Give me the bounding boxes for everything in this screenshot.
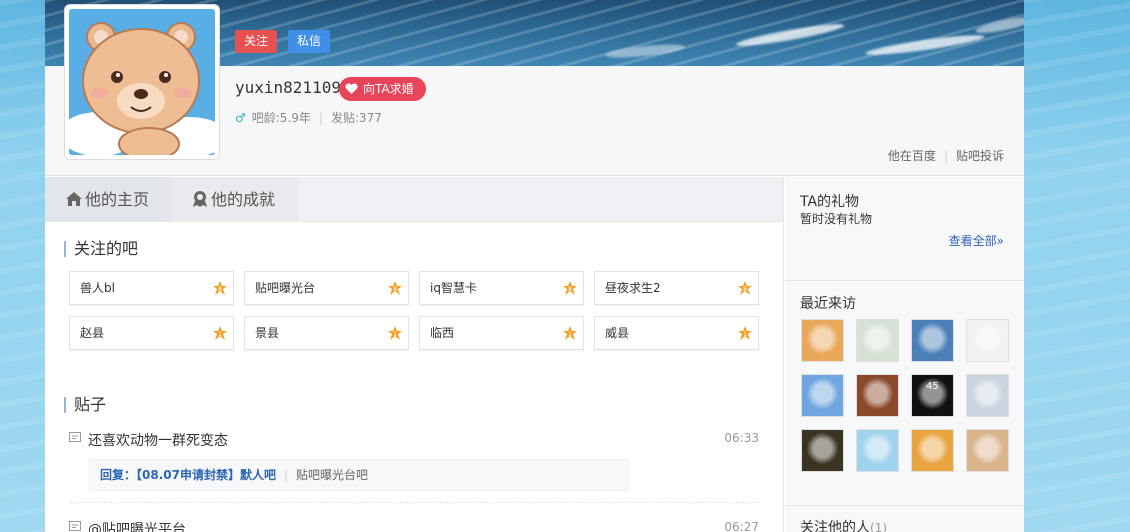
profile-page: 关注 私信 yuxin821109 向TA求婚 ♂ 吧龄:5.9年 | 发贴:377 … (45, 0, 1024, 532)
visitor-avatar-text: 45 (926, 381, 939, 392)
bar-age: 吧龄:5.9年 (251, 111, 311, 125)
see-all-link[interactable]: 查看全部» (949, 232, 1004, 249)
username[interactable]: yuxin821109 (235, 78, 341, 97)
bar-item[interactable]: 昼夜求生2 8 (594, 271, 759, 305)
visitors-title: 最近来访 (800, 296, 856, 312)
followers-title[interactable]: 关注他的人(1) (800, 517, 887, 532)
svg-text:1: 1 (393, 331, 397, 338)
svg-text:8: 8 (218, 286, 222, 293)
visitor-avatar[interactable] (856, 429, 899, 472)
user-meta: ♂ 吧龄:5.9年 | 发贴:377 (235, 111, 382, 125)
propose-button[interactable]: 向TA求婚 (339, 77, 426, 101)
bar-item-name: 临西 (430, 326, 455, 340)
post-count: 发贴:377 (330, 111, 382, 125)
bar-level-icon: 1 (213, 326, 227, 340)
bar-item-name: 威县 (605, 326, 630, 340)
visitor-avatar[interactable] (966, 374, 1009, 417)
bar-item[interactable]: 威县 1 (594, 316, 759, 350)
reply-source[interactable]: 贴吧曝光台吧 (296, 468, 368, 482)
posts-title: 贴子 (64, 397, 106, 413)
profile-tabs: 他的主页 他的成就 (45, 177, 783, 222)
visitor-avatar[interactable] (856, 319, 899, 362)
home-icon (66, 192, 82, 206)
svg-text:1: 1 (743, 331, 747, 338)
bar-level-icon: 1 (738, 326, 752, 340)
post-reply-box: 回复：【08.07申请封禁】默人吧 | 贴吧曝光台吧 (89, 459, 629, 491)
bar-item-name: iq智慧卡 (430, 281, 477, 295)
bear-avatar-image (69, 9, 215, 155)
tab-home-label: 他的主页 (85, 190, 150, 209)
svg-text:8: 8 (743, 286, 747, 293)
post-divider (69, 502, 759, 503)
tab-achievements[interactable]: 他的成就 (171, 177, 299, 222)
svg-text:1: 1 (568, 331, 572, 338)
gifts-empty-text: 暂时没有礼物 (800, 212, 873, 226)
visitor-avatar[interactable]: 45 (911, 374, 954, 417)
bar-item[interactable]: 景县 1 (244, 316, 409, 350)
svg-text:8: 8 (568, 286, 572, 293)
bar-age-icon: ♂ (235, 111, 246, 125)
message-button[interactable]: 私信 (288, 30, 330, 53)
post-title[interactable]: @贴吧曝光平台 (88, 519, 186, 532)
followed-bars-title: 关注的吧 (64, 241, 138, 257)
svg-text:8: 8 (393, 286, 397, 293)
header-links: 他在百度 | 贴吧投诉 (887, 149, 1004, 163)
bar-level-icon: 8 (563, 281, 577, 295)
bar-item-name: 赵县 (80, 326, 105, 340)
followers-count: (1) (870, 521, 887, 532)
medal-icon (193, 191, 207, 207)
reply-link[interactable]: 回复：【08.07申请封禁】默人吧 (100, 468, 276, 482)
visitor-avatar[interactable] (966, 429, 1009, 472)
visitor-avatar[interactable] (911, 319, 954, 362)
propose-label: 向TA求婚 (363, 82, 414, 96)
bar-item[interactable]: 兽人bl 8 (69, 271, 234, 305)
follow-button[interactable]: 关注 (235, 30, 277, 53)
heart-icon (345, 83, 358, 94)
gifts-title: TA的礼物 (800, 194, 860, 210)
bar-level-icon: 8 (213, 281, 227, 295)
bar-level-icon: 1 (563, 326, 577, 340)
visitor-avatar[interactable] (856, 374, 899, 417)
followers-label: 关注他的人 (800, 520, 870, 532)
bar-item-name: 兽人bl (80, 281, 115, 295)
tab-achievements-label: 他的成就 (211, 190, 276, 209)
bar-level-icon: 8 (388, 281, 402, 295)
bar-item-name: 贴吧曝光台 (255, 281, 316, 295)
bar-item[interactable]: 赵县 1 (69, 316, 234, 350)
bar-level-icon: 8 (738, 281, 752, 295)
bar-item-name: 昼夜求生2 (605, 281, 661, 295)
bar-item[interactable]: 贴吧曝光台 8 (244, 271, 409, 305)
sidebar: TA的礼物 暂时没有礼物 查看全部» 最近来访 45 关注他的人(1) (785, 177, 1024, 532)
bar-item[interactable]: iq智慧卡 8 (419, 271, 584, 305)
visitor-avatar[interactable] (801, 429, 844, 472)
baidu-link[interactable]: 他在百度 (888, 149, 936, 163)
user-avatar[interactable] (64, 4, 220, 160)
bar-item-name: 景县 (255, 326, 280, 340)
main-content: 他的主页 他的成就 关注的吧 兽人bl 8 贴吧曝光台 8 iq智慧卡 8 昼夜… (45, 177, 784, 532)
sidebar-divider (785, 505, 1024, 506)
post-icon (69, 432, 81, 442)
visitor-avatar[interactable] (801, 374, 844, 417)
report-link[interactable]: 贴吧投诉 (956, 149, 1004, 163)
tab-home[interactable]: 他的主页 (45, 177, 171, 222)
post-title[interactable]: 还喜欢动物一群死变态 (88, 430, 228, 450)
bar-item[interactable]: 临西 1 (419, 316, 584, 350)
visitor-avatar[interactable] (801, 319, 844, 362)
post-icon (69, 521, 81, 531)
visitor-avatar[interactable] (966, 319, 1009, 362)
bar-level-icon: 1 (388, 326, 402, 340)
visitor-avatar[interactable] (911, 429, 954, 472)
post-time: 06:33 (724, 431, 759, 445)
svg-text:1: 1 (218, 331, 222, 338)
sidebar-divider (785, 280, 1024, 281)
post-time: 06:27 (724, 520, 759, 532)
